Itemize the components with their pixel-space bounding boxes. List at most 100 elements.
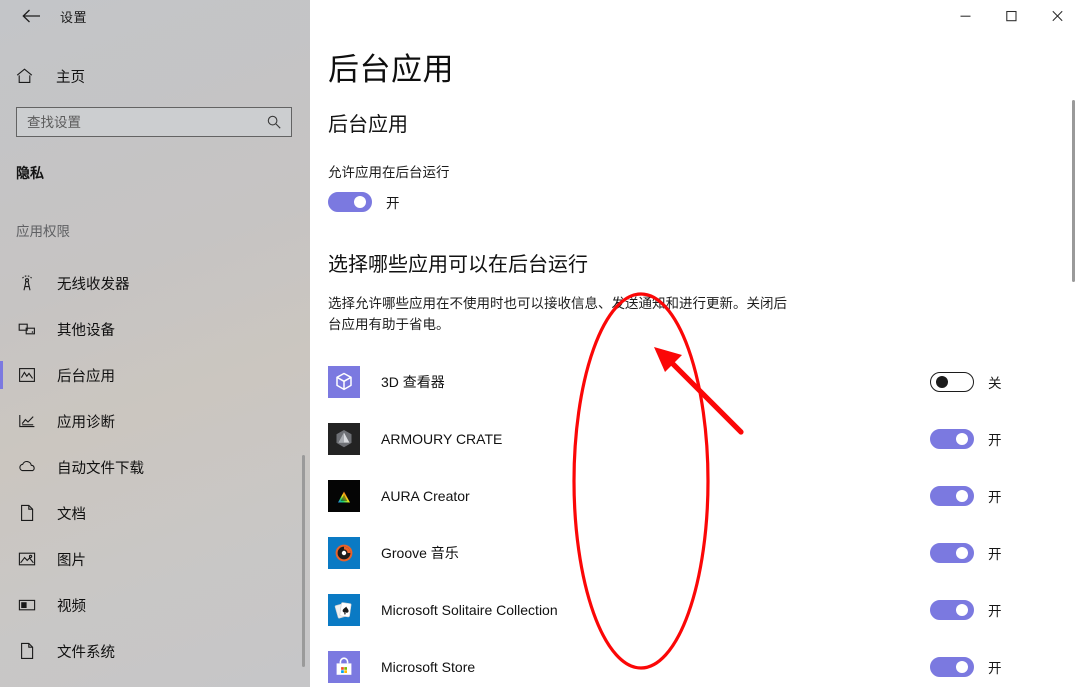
sidebar-item-auto-file-downloads[interactable]: 自动文件下载 <box>0 444 310 490</box>
app-name: Groove 音乐 <box>381 543 920 563</box>
sidebar-item-home[interactable]: 主页 <box>0 59 310 93</box>
app-icon-3d-viewer <box>328 366 360 398</box>
app-toggle[interactable] <box>930 543 974 563</box>
app-toggle[interactable] <box>930 657 974 677</box>
sidebar-item-label: 无线收发器 <box>57 273 130 294</box>
sidebar-item-radios[interactable]: 无线收发器 <box>0 260 310 306</box>
sidebar-item-videos[interactable]: 视频 <box>0 582 310 628</box>
cloud-download-icon <box>16 456 38 478</box>
app-row: Microsoft Solitaire Collection 开 <box>328 582 1080 639</box>
app-row: Groove 音乐 开 <box>328 525 1080 582</box>
app-row: Microsoft Store 开 <box>328 639 1080 687</box>
toggle-knob <box>956 604 968 616</box>
app-toggle-wrap: 开 <box>930 543 1080 563</box>
app-toggle[interactable] <box>930 429 974 449</box>
toggle-knob <box>956 547 968 559</box>
sidebar-section-header: 隐私 <box>0 163 310 183</box>
sidebar-home-label: 主页 <box>56 66 85 87</box>
master-toggle-row: 开 <box>328 192 1080 212</box>
sidebar-item-label: 其他设备 <box>57 319 115 340</box>
sidebar-item-label: 文档 <box>57 503 86 524</box>
search-input[interactable] <box>17 115 267 130</box>
app-icon-solitaire <box>328 594 360 626</box>
selection-indicator <box>0 361 3 389</box>
search-box[interactable] <box>16 107 292 137</box>
app-toggle-state: 开 <box>988 543 1002 563</box>
back-arrow-icon[interactable] <box>14 1 48 31</box>
app-icon-aura-creator <box>328 480 360 512</box>
window-controls <box>942 0 1080 32</box>
app-toggle-wrap: 开 <box>930 429 1080 449</box>
main-content: 后台应用 后台应用 允许应用在后台运行 开 选择哪些应用可以在后台运行 选择允许… <box>310 0 1080 687</box>
app-icon-groove-music <box>328 537 360 569</box>
app-toggle-wrap: 开 <box>930 486 1080 506</box>
sidebar-nav-list: 无线收发器 其他设备 <box>0 260 310 674</box>
app-list: 3D 查看器 关 <box>328 354 1080 687</box>
app-name: AURA Creator <box>381 488 920 504</box>
master-toggle-state: 开 <box>386 192 400 212</box>
toggle-knob <box>936 376 948 388</box>
sidebar: 设置 主页 隐私 应用权限 <box>0 0 310 687</box>
sidebar-item-other-devices[interactable]: 其他设备 <box>0 306 310 352</box>
app-toggle-wrap: 开 <box>930 600 1080 620</box>
sidebar-item-label: 后台应用 <box>57 365 115 386</box>
document-icon <box>16 502 38 524</box>
close-button[interactable] <box>1034 0 1080 32</box>
page-title: 后台应用 <box>328 44 1080 89</box>
sidebar-group-header: 应用权限 <box>0 220 310 240</box>
app-row: 3D 查看器 关 <box>328 354 1080 411</box>
app-toggle-wrap: 开 <box>930 657 1080 677</box>
toggle-knob <box>956 433 968 445</box>
maximize-button[interactable] <box>988 0 1034 32</box>
sidebar-item-label: 图片 <box>57 549 86 570</box>
sidebar-item-background-apps[interactable]: 后台应用 <box>0 352 310 398</box>
toggle-knob <box>956 490 968 502</box>
sidebar-titlebar: 设置 <box>0 0 310 32</box>
app-toggle-state: 开 <box>988 429 1002 449</box>
app-name: ARMOURY CRATE <box>381 431 920 447</box>
app-toggle-state: 开 <box>988 486 1002 506</box>
radio-tower-icon <box>16 272 38 294</box>
video-icon <box>16 594 38 616</box>
sidebar-item-file-system[interactable]: 文件系统 <box>0 628 310 674</box>
minimize-button[interactable] <box>942 0 988 32</box>
sidebar-item-label: 视频 <box>57 595 86 616</box>
other-devices-icon <box>16 318 38 340</box>
app-row: ARMOURY CRATE 开 <box>328 411 1080 468</box>
app-toggle-state: 开 <box>988 657 1002 677</box>
file-system-icon <box>16 640 38 662</box>
sidebar-item-label: 自动文件下载 <box>57 457 144 478</box>
section-title: 选择哪些应用可以在后台运行 <box>328 248 1080 277</box>
home-icon <box>16 68 40 84</box>
app-toggle[interactable] <box>930 600 974 620</box>
app-toggle-wrap: 关 <box>930 372 1080 392</box>
main-inner: 后台应用 后台应用 允许应用在后台运行 开 选择哪些应用可以在后台运行 选择允许… <box>310 44 1080 687</box>
app-toggle[interactable] <box>930 486 974 506</box>
settings-window: 设置 主页 隐私 应用权限 <box>0 0 1080 687</box>
main-scrollbar-thumb[interactable] <box>1072 100 1075 282</box>
picture-icon <box>16 548 38 570</box>
sub-title: 后台应用 <box>328 108 1080 137</box>
sidebar-item-pictures[interactable]: 图片 <box>0 536 310 582</box>
app-toggle[interactable] <box>930 372 974 392</box>
sidebar-item-app-diagnostics[interactable]: 应用诊断 <box>0 398 310 444</box>
app-icon-armoury-crate <box>328 423 360 455</box>
toggle-knob <box>956 661 968 673</box>
app-name: Microsoft Solitaire Collection <box>381 602 920 618</box>
sidebar-item-label: 应用诊断 <box>57 411 115 432</box>
app-name: 3D 查看器 <box>381 372 920 392</box>
app-toggle-state: 开 <box>988 600 1002 620</box>
toggle-knob <box>354 196 366 208</box>
app-toggle-state: 关 <box>988 372 1002 392</box>
sidebar-item-label: 文件系统 <box>57 641 115 662</box>
sidebar-scrollbar-thumb[interactable] <box>302 455 305 667</box>
background-apps-icon <box>16 364 38 386</box>
section-description: 选择允许哪些应用在不使用时也可以接收信息、发送通知和进行更新。关闭后台应用有助于… <box>328 294 788 336</box>
search-icon[interactable] <box>267 115 291 129</box>
app-name: Microsoft Store <box>381 659 920 675</box>
master-toggle-label: 允许应用在后台运行 <box>328 161 1080 181</box>
sidebar-item-documents[interactable]: 文档 <box>0 490 310 536</box>
app-row: AURA Creator 开 <box>328 468 1080 525</box>
app-diagnostics-icon <box>16 410 38 432</box>
master-toggle[interactable] <box>328 192 372 212</box>
